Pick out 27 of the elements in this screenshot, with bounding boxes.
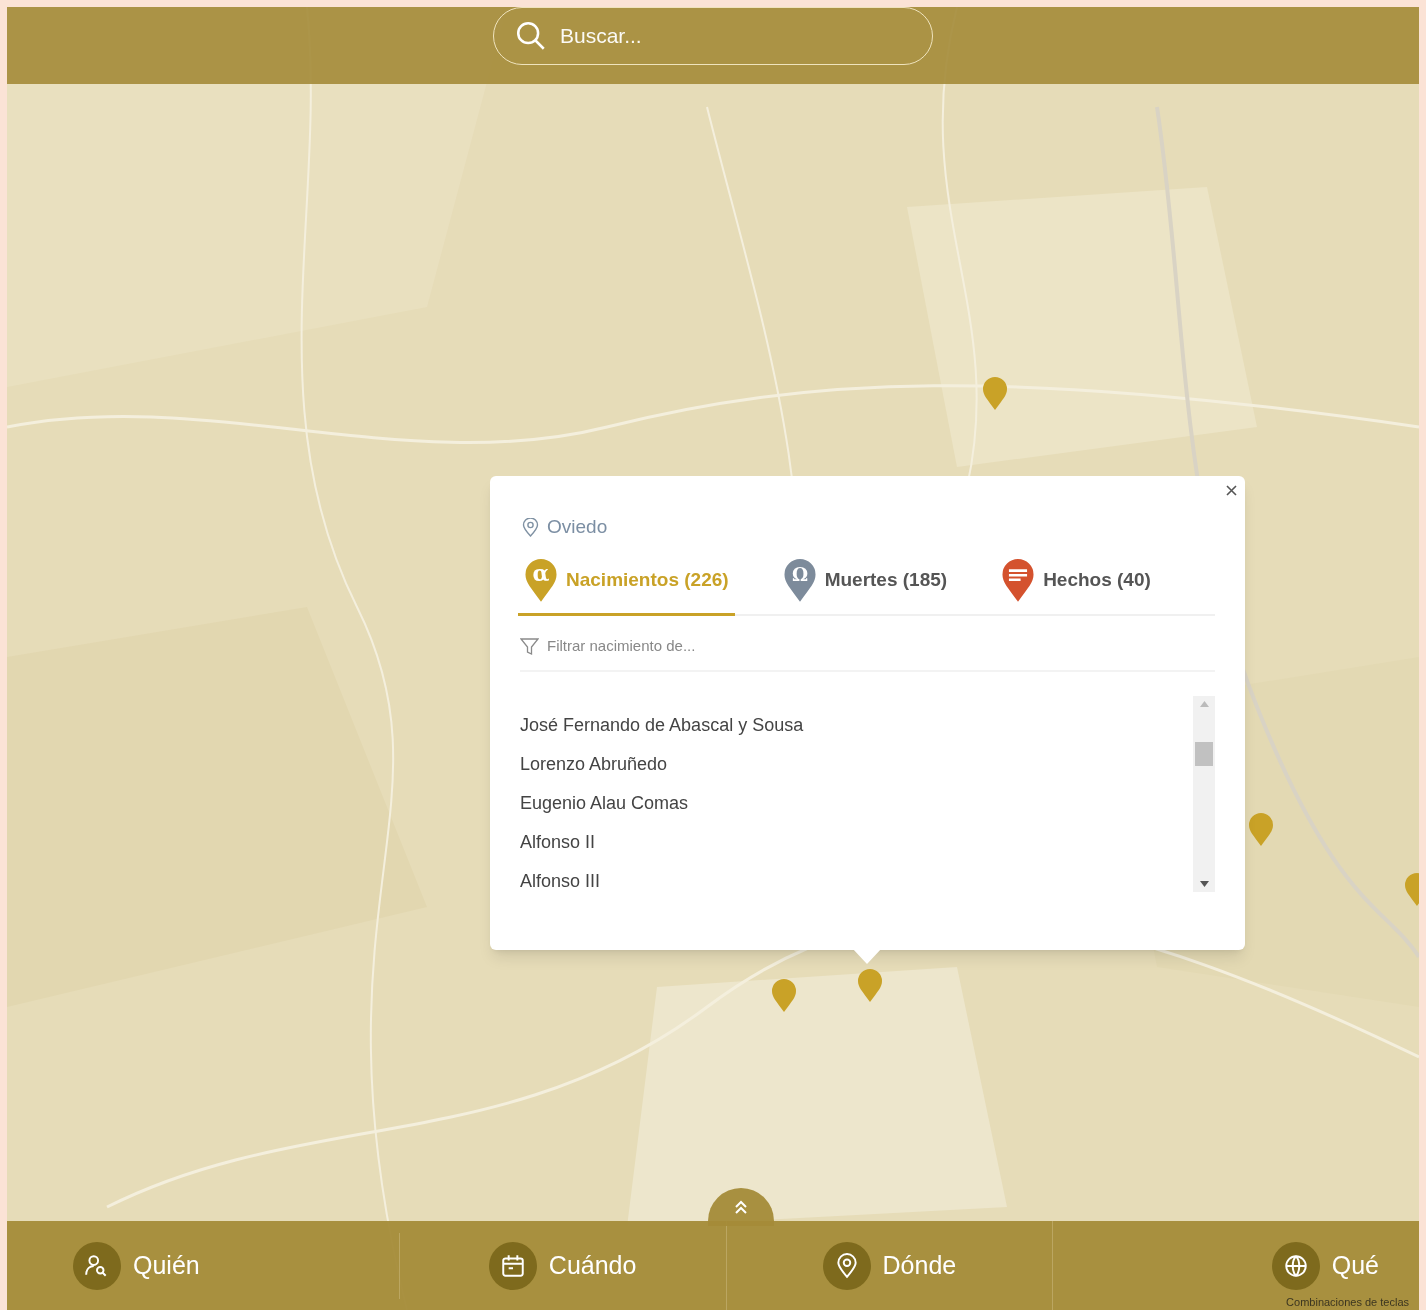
location-pin-icon xyxy=(522,517,539,537)
scroll-down-icon[interactable] xyxy=(1199,880,1209,887)
list-item[interactable]: Eugenio Alau Comas xyxy=(520,783,689,823)
close-button[interactable] xyxy=(1223,482,1239,498)
map-marker-icon[interactable] xyxy=(857,969,883,1003)
search-input[interactable]: Buscar... xyxy=(560,20,890,52)
attribution-text[interactable]: Combinaciones de teclas xyxy=(1286,1293,1409,1310)
list-item[interactable]: Lorenzo Abruñedo xyxy=(520,744,668,784)
list-item[interactable]: Alfonso III xyxy=(520,861,601,901)
double-chevron-up-icon xyxy=(733,1199,749,1215)
map-marker-icon[interactable] xyxy=(1248,813,1274,847)
scroll-up-icon[interactable] xyxy=(1199,700,1209,707)
alpha-pin-icon: α xyxy=(524,558,558,603)
map-marker-icon[interactable] xyxy=(771,979,797,1013)
person-search-icon xyxy=(73,1241,121,1290)
list-item[interactable]: José Fernando de Abascal y Sousa xyxy=(520,705,804,745)
map-marker-icon[interactable] xyxy=(982,377,1008,411)
close-icon xyxy=(1225,484,1237,496)
scroll-thumb[interactable] xyxy=(1195,741,1213,766)
omega-pin-icon: Ω xyxy=(782,558,817,603)
list-item[interactable]: Alfonso II xyxy=(520,822,596,862)
filter-icon xyxy=(520,637,539,656)
tab[interactable]: Ω Muertes (185) xyxy=(776,558,954,616)
scrollbar[interactable] xyxy=(1193,695,1215,892)
filter-field[interactable]: Filtrar nacimiento de... xyxy=(547,635,947,658)
tab[interactable]: Hechos (40) xyxy=(995,558,1157,616)
location-name: Oviedo xyxy=(547,515,608,539)
